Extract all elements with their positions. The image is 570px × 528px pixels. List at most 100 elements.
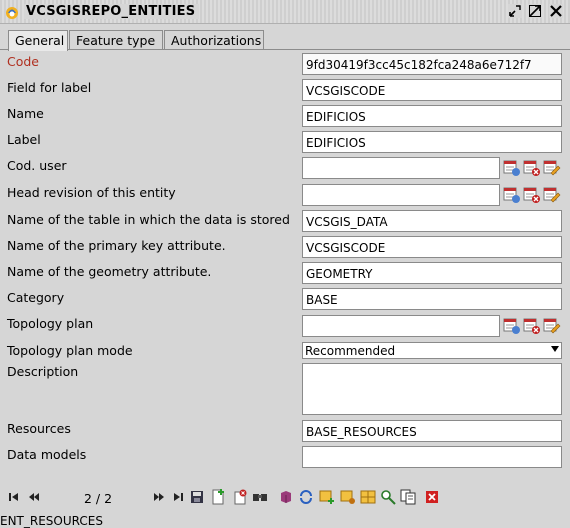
category-input[interactable]: BASE — [302, 288, 562, 310]
new-record-icon — [212, 489, 224, 505]
close-window-button[interactable] — [549, 4, 563, 18]
delete-record-button[interactable] — [232, 489, 248, 505]
head-revision-edit-button[interactable] — [543, 186, 561, 204]
record-position: 2 / 2 — [84, 491, 113, 506]
table-clear-icon — [523, 187, 540, 203]
restore-button[interactable] — [508, 4, 522, 18]
tab-general[interactable]: General — [8, 30, 68, 51]
topology-plan-label: Topology plan — [7, 316, 94, 331]
database-icon — [281, 491, 291, 503]
table-edit-icon — [543, 160, 561, 176]
close-icon — [426, 491, 438, 503]
head-revision-input[interactable] — [302, 184, 500, 206]
tab-general-label: General — [15, 33, 65, 48]
refresh-icon — [300, 490, 312, 504]
filter-button[interactable] — [340, 489, 356, 505]
dropdown-arrow-icon — [551, 346, 559, 352]
cod-user-edit-button[interactable] — [543, 159, 561, 177]
table-view-icon — [503, 187, 520, 203]
cod-user-view-button[interactable] — [503, 159, 521, 177]
field-for-label-input[interactable]: VCSGISCODE — [302, 79, 562, 101]
pk-attribute-label: Name of the primary key attribute. — [7, 238, 226, 253]
topology-plan-clear-button[interactable] — [523, 317, 541, 335]
data-models-input[interactable] — [302, 446, 562, 468]
filter-options-icon — [360, 490, 376, 504]
tab-divider — [0, 49, 570, 50]
search-icon — [253, 494, 267, 501]
resources-label: Resources — [7, 421, 71, 436]
filter-icon — [340, 490, 355, 504]
pk-attribute-input[interactable]: VCSGISCODE — [302, 236, 562, 258]
database-button[interactable] — [278, 489, 294, 505]
topology-plan-view-button[interactable] — [503, 317, 521, 335]
record-toolbar: 2 / 2 — [0, 487, 570, 509]
topology-plan-input[interactable] — [302, 315, 500, 337]
cod-user-clear-button[interactable] — [523, 159, 541, 177]
title-bar: VCSGISREPO_ENTITIES — [0, 0, 570, 24]
head-revision-label: Head revision of this entity — [7, 185, 176, 200]
head-revision-clear-button[interactable] — [523, 186, 541, 204]
table-name-input[interactable]: VCSGIS_DATA — [302, 210, 562, 232]
description-textarea[interactable] — [302, 363, 562, 415]
refresh-button[interactable] — [298, 489, 314, 505]
next-record-button[interactable] — [151, 489, 167, 505]
copy-button[interactable] — [400, 489, 416, 505]
table-view-icon — [503, 318, 520, 334]
save-button[interactable] — [189, 489, 205, 505]
status-bar-text: ENT_RESOURCES — [0, 514, 103, 528]
cod-user-label: Cod. user — [7, 158, 67, 173]
tab-authorizations-label: Authorizations — [171, 33, 262, 48]
topology-plan-edit-button[interactable] — [543, 317, 561, 335]
copy-icon — [400, 489, 416, 505]
close-form-button[interactable] — [424, 489, 440, 505]
table-clear-icon — [523, 318, 540, 334]
add-filter-button[interactable] — [319, 489, 335, 505]
next-record-icon — [154, 493, 164, 501]
table-clear-icon — [523, 160, 540, 176]
tab-authorizations[interactable]: Authorizations — [164, 30, 264, 50]
data-models-label: Data models — [7, 447, 87, 462]
delete-record-icon — [234, 489, 247, 505]
first-record-icon — [9, 493, 18, 501]
zoom-button[interactable] — [380, 489, 396, 505]
code-field[interactable]: 9fd30419f3cc45c182fca248a6e712f7 — [302, 53, 562, 75]
maximize-button[interactable] — [528, 4, 542, 18]
filter-options-button[interactable] — [360, 489, 376, 505]
previous-record-icon — [29, 493, 39, 501]
tab-bar: General Feature type Authorizations — [0, 30, 570, 51]
topology-plan-mode-select[interactable]: Recommended — [302, 342, 562, 359]
field-for-label-label: Field for label — [7, 80, 92, 95]
last-record-icon — [174, 493, 183, 501]
table-name-label: Name of the table in which the data is s… — [7, 212, 290, 227]
code-label: Code — [7, 54, 40, 69]
name-input[interactable]: EDIFICIOS — [302, 105, 562, 127]
geometry-attribute-input[interactable]: GEOMETRY — [302, 262, 562, 284]
restore-icon — [509, 5, 521, 17]
table-edit-icon — [543, 318, 561, 334]
topology-plan-mode-value: Recommended — [305, 344, 396, 358]
head-revision-view-button[interactable] — [503, 186, 521, 204]
first-record-button[interactable] — [6, 489, 22, 505]
gvsig-logo-icon — [6, 7, 18, 19]
topology-plan-mode-label: Topology plan mode — [7, 343, 133, 358]
tab-feature-type[interactable]: Feature type — [69, 30, 163, 50]
zoom-icon — [381, 490, 396, 505]
tab-feature-type-label: Feature type — [76, 33, 156, 48]
description-label: Description — [7, 364, 79, 379]
label-input[interactable]: EDIFICIOS — [302, 131, 562, 153]
close-icon — [550, 5, 562, 17]
table-view-icon — [503, 160, 520, 176]
previous-record-button[interactable] — [26, 489, 42, 505]
cod-user-input[interactable] — [302, 157, 500, 179]
search-button[interactable] — [252, 489, 268, 505]
add-filter-icon — [319, 490, 334, 504]
new-record-button[interactable] — [210, 489, 226, 505]
name-label: Name — [7, 106, 44, 121]
last-record-button[interactable] — [170, 489, 186, 505]
window-title: VCSGISREPO_ENTITIES — [24, 4, 200, 19]
category-label: Category — [7, 290, 65, 305]
maximize-icon — [529, 5, 541, 17]
table-edit-icon — [543, 187, 561, 203]
geometry-attribute-label: Name of the geometry attribute. — [7, 264, 212, 279]
resources-input[interactable]: BASE_RESOURCES — [302, 420, 562, 442]
